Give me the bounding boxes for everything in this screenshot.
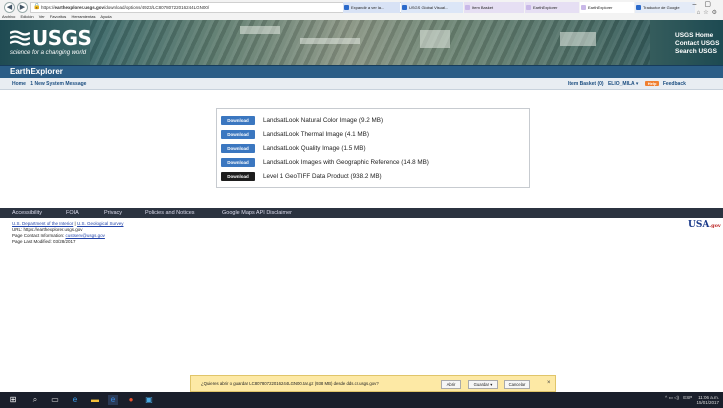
edge-icon[interactable]: e (70, 395, 80, 405)
usgs-banner: USGS science for a changing world USGS H… (0, 20, 723, 65)
tab-favicon-icon (581, 5, 586, 10)
download-button[interactable]: Download (221, 158, 255, 167)
close-icon[interactable]: × (547, 380, 551, 386)
system-message-link[interactable]: 1 New System Message (30, 81, 86, 87)
tab-favicon-icon (465, 5, 470, 10)
photos-icon[interactable]: ▣ (144, 395, 154, 405)
usagov-logo[interactable]: USA.gov (688, 220, 721, 232)
tab-favicon-icon (402, 5, 407, 10)
download-item-label: LandsatLook Images with Geographic Refer… (263, 159, 429, 166)
header-links: USGS Home Contact USGS Search USGS (675, 32, 723, 56)
usgs-wordmark: USGS (32, 26, 92, 50)
menu-ver[interactable]: Ver (39, 14, 45, 19)
task-view-icon[interactable]: ▭ (50, 395, 60, 405)
usgs-logo[interactable]: USGS science for a changing world (10, 26, 100, 58)
footer-link-privacy[interactable]: Privacy (104, 208, 122, 218)
footer-link-maps-disclaimer[interactable]: Google Maps API Disclaimer (222, 208, 292, 218)
menu-favoritos[interactable]: Favoritos (50, 14, 66, 19)
tab-favicon-icon (526, 5, 531, 10)
contact-email-link[interactable]: custserv@usgs.gov (66, 233, 105, 238)
url-host: earthexplorer.usgs.gov (54, 5, 105, 10)
banner-building (300, 38, 360, 44)
download-button-active[interactable]: Download (221, 172, 255, 181)
search-usgs-link[interactable]: Search USGS (675, 48, 723, 56)
footer-link-policies[interactable]: Policies and Notices (145, 208, 195, 218)
item-basket-link[interactable]: Item Basket (0) (568, 81, 604, 87)
window-controls[interactable]: –▢ (692, 0, 719, 8)
tab-6[interactable]: Traductor de Google (635, 2, 695, 13)
save-dropdown-icon[interactable]: ▾ (490, 382, 492, 387)
download-item-label: LandsatLook Natural Color Image (9.2 MB) (263, 117, 384, 124)
tab-1[interactable]: Expandir a ver la... (343, 2, 400, 13)
browser-chrome: ◀ ▶ 🔒 https://earthexplorer.usgs.gov/dow… (0, 0, 723, 20)
tab-4[interactable]: EarthExplorer (525, 2, 579, 13)
download-button[interactable]: Download (221, 130, 255, 139)
doi-link[interactable]: U.S. Department of the Interior (12, 221, 73, 226)
tab-5-active[interactable]: EarthExplorer (580, 2, 634, 13)
tab-2[interactable]: USGS Global Visual... (401, 2, 463, 13)
clock-date[interactable]: 15/01/2017 (696, 400, 719, 405)
app-title-bar: EarthExplorer (0, 65, 723, 78)
download-button[interactable]: Download (221, 116, 255, 125)
usgs-waves-icon (10, 30, 30, 46)
language-indicator[interactable]: ESP (683, 395, 692, 400)
system-tray: ^ ▭ ◁) ESP 11:06 a.m. 15/01/2017 (665, 395, 719, 405)
save-button[interactable]: Guardar ▾ (468, 380, 498, 389)
banner-building (420, 30, 450, 48)
search-icon[interactable]: ⌕ (30, 395, 40, 405)
menu-archivo[interactable]: Archivo (2, 14, 15, 19)
download-item-label: LandsatLook Quality Image (1.5 MB) (263, 145, 366, 152)
download-item-label: Level 1 GeoTIFF Data Product (938.2 MB) (263, 173, 382, 180)
footer-info: U.S. Department of the Interior | U.S. G… (12, 221, 124, 244)
download-options-panel: Download LandsatLook Natural Color Image… (216, 108, 530, 188)
menu-herramientas[interactable]: Herramientas (71, 14, 95, 19)
footer-nav: Accessibility FOIA Privacy Policies and … (0, 208, 723, 218)
cancel-button[interactable]: Cancelar (504, 380, 530, 389)
internet-explorer-icon[interactable]: e (108, 395, 118, 405)
footer-link-accessibility[interactable]: Accessibility (12, 208, 42, 218)
open-button[interactable]: Abrir (441, 380, 461, 389)
feedback-link[interactable]: Feedback (663, 81, 686, 87)
tab-favicon-icon (344, 5, 349, 10)
usgs-link[interactable]: U.S. Geological Survey (77, 221, 124, 226)
windows-start-icon[interactable]: ⊞ (8, 395, 18, 405)
tab-3[interactable]: Item Basket (464, 2, 524, 13)
usgs-tagline: science for a changing world (10, 50, 87, 56)
menu-ayuda[interactable]: Ayuda (100, 14, 111, 19)
download-button[interactable]: Download (221, 144, 255, 153)
tray-icons[interactable]: ^ ▭ ◁) (665, 395, 679, 400)
notification-message: ¿Quieres abrir o guardar LC8078072201624… (201, 381, 379, 386)
last-modified: Page Last Modified: 03/28/2017 (12, 239, 76, 244)
lock-icon: 🔒 (33, 4, 41, 10)
download-item-label: LandsatLook Thermal Image (4.1 MB) (263, 131, 369, 138)
home-link[interactable]: Home (12, 81, 26, 87)
menu-edicion[interactable]: Edición (20, 14, 33, 19)
back-button[interactable]: ◀ (4, 2, 15, 13)
chrome-icon[interactable]: ● (126, 395, 136, 405)
contact-usgs-link[interactable]: Contact USGS (675, 40, 723, 48)
menu-bar: Archivo Edición Ver Favoritos Herramient… (0, 13, 723, 20)
usgs-home-link[interactable]: USGS Home (675, 32, 723, 40)
app-title[interactable]: EarthExplorer (10, 67, 63, 76)
url-prefix: https:// (41, 5, 55, 10)
contact-label: Page Contact Information: (12, 233, 65, 238)
banner-building (560, 32, 596, 46)
url-path: /download/options/4923/LC80780722016244L… (104, 5, 210, 10)
tab-favicon-icon (636, 5, 641, 10)
help-button[interactable]: Help (644, 81, 660, 86)
file-explorer-icon[interactable]: ▬ (90, 395, 100, 405)
banner-building (240, 26, 280, 34)
forward-button[interactable]: ▶ (17, 2, 28, 13)
user-menu[interactable]: ELIO_MILA ▾ (608, 81, 638, 87)
download-notification-bar: ¿Quieres abrir o guardar LC8078072201624… (190, 375, 556, 392)
footer-link-foia[interactable]: FOIA (66, 208, 79, 218)
sub-navigation: Home 1 New System Message Item Basket (0… (0, 78, 723, 90)
taskbar: ⊞ ⌕ ▭ e ▬ e ● ▣ ^ ▭ ◁) ESP 11:06 a.m. 15… (0, 392, 723, 408)
